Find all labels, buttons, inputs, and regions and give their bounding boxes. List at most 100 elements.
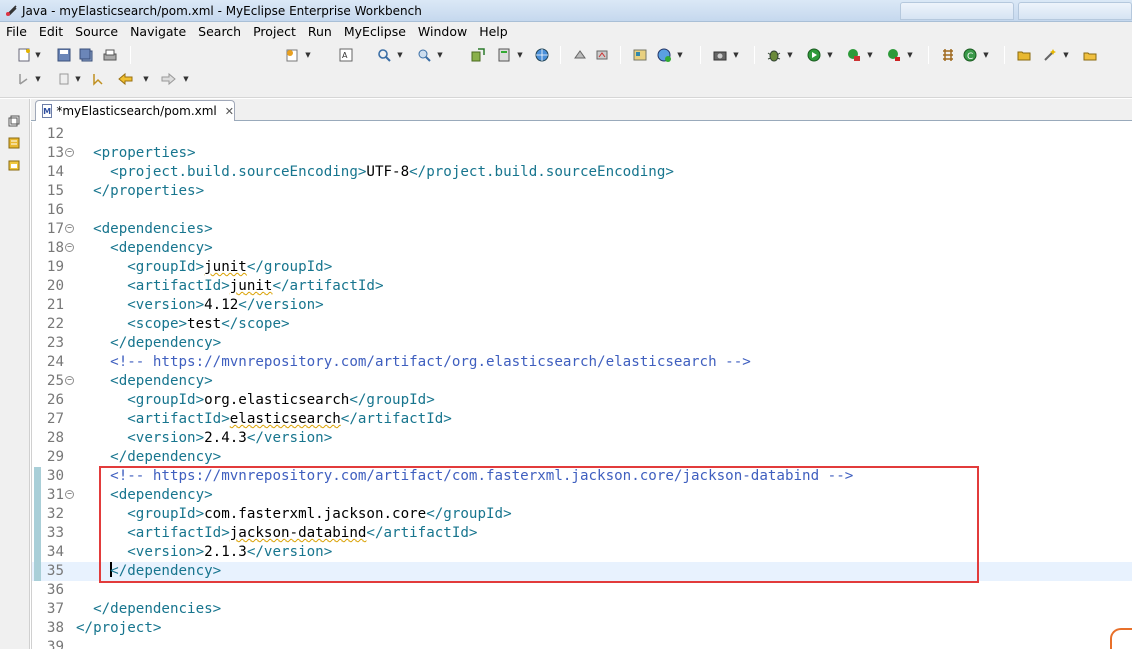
profiler-icon[interactable] [592, 46, 612, 64]
code-line[interactable]: 37 </dependencies> [32, 600, 1132, 619]
line-number: 30 [46, 468, 64, 484]
code-line[interactable]: 15 </properties> [32, 182, 1132, 201]
code-line[interactable]: 12 [32, 125, 1132, 144]
back-dropdown-icon[interactable]: ▼ [142, 70, 150, 88]
code-line[interactable]: 36 [32, 581, 1132, 600]
prev-annotation-dropdown-icon[interactable]: ▼ [74, 70, 82, 88]
forward-dropdown-icon[interactable]: ▼ [182, 70, 190, 88]
code-line[interactable]: 27 <artifactId>elasticsearch</artifactId… [32, 410, 1132, 429]
forward-icon[interactable] [158, 70, 178, 88]
editor-tab-pom[interactable]: M *myElasticsearch/pom.xml ✕ [35, 100, 235, 121]
external-tools-icon[interactable] [884, 46, 904, 64]
deploy-icon[interactable] [468, 46, 488, 64]
code-line[interactable]: 28 <version>2.4.3</version> [32, 429, 1132, 448]
save-all-icon[interactable] [76, 46, 96, 64]
code-line[interactable]: 38 </project> [32, 619, 1132, 638]
menu-run[interactable]: Run [302, 22, 338, 42]
fold-toggle-icon[interactable]: − [65, 224, 74, 233]
code-line[interactable]: 23 </dependency> [32, 334, 1132, 353]
close-icon[interactable]: ✕ [225, 105, 234, 118]
open-folder-icon[interactable] [1014, 46, 1034, 64]
menu-file[interactable]: File [0, 22, 33, 42]
code-line[interactable]: 24 <!-- https://mvnrepository.com/artifa… [32, 353, 1132, 372]
wand-icon[interactable] [1040, 46, 1060, 64]
code-line[interactable]: 39 [32, 638, 1132, 649]
menu-myeclipse[interactable]: MyEclipse [338, 22, 412, 42]
package-explorer-icon[interactable] [6, 157, 22, 173]
new-wizard-icon[interactable] [282, 46, 302, 64]
next-annotation-dropdown-icon[interactable]: ▼ [34, 70, 42, 88]
back-icon[interactable] [116, 70, 136, 88]
image-editor-icon[interactable] [630, 46, 650, 64]
code-text: <scope>test</scope> [76, 315, 289, 334]
new-icon[interactable] [14, 46, 34, 64]
debug-icon[interactable] [764, 46, 784, 64]
code-line[interactable]: 13− <properties> [32, 144, 1132, 163]
server-icon[interactable] [494, 46, 514, 64]
menu-search[interactable]: Search [192, 22, 247, 42]
wand-dropdown-icon[interactable]: ▼ [1062, 46, 1070, 64]
fold-toggle-icon[interactable]: − [65, 376, 74, 385]
new-java-project-icon[interactable] [938, 46, 958, 64]
prev-annotation-icon[interactable] [54, 70, 74, 88]
menu-window[interactable]: Window [412, 22, 473, 42]
external-tools-dropdown-icon[interactable]: ▼ [906, 46, 914, 64]
fold-toggle-icon[interactable]: − [65, 490, 74, 499]
xml-tag: </version> [246, 544, 333, 560]
code-line[interactable]: 34 <version>2.1.3</version> [32, 543, 1132, 562]
code-line[interactable]: 31− <dependency> [32, 486, 1132, 505]
search-dropdown-icon[interactable]: ▼ [396, 46, 404, 64]
code-line[interactable]: 20 <artifactId>junit</artifactId> [32, 277, 1132, 296]
hierarchy-view-icon[interactable] [6, 135, 22, 151]
code-line[interactable]: 17− <dependencies> [32, 220, 1132, 239]
code-line[interactable]: 33 <artifactId>jackson-databind</artifac… [32, 524, 1132, 543]
xml-source-editor[interactable]: 12 13− <properties> 14 <project.build.sour… [31, 122, 1132, 649]
web-globe-dropdown-icon[interactable]: ▼ [676, 46, 684, 64]
code-line[interactable]: 30 <!-- https://mvnrepository.com/artifa… [32, 467, 1132, 486]
team-sync-icon[interactable] [570, 46, 590, 64]
fold-toggle-icon[interactable]: − [65, 243, 74, 252]
new-wizard-dropdown-icon[interactable]: ▼ [304, 46, 312, 64]
search-file-icon[interactable] [414, 46, 434, 64]
coverage-dropdown-icon[interactable]: ▼ [866, 46, 874, 64]
server-dropdown-icon[interactable]: ▼ [516, 46, 524, 64]
debug-dropdown-icon[interactable]: ▼ [786, 46, 794, 64]
new-class-icon[interactable]: C [960, 46, 980, 64]
web-browser-icon[interactable] [532, 46, 552, 64]
menu-edit[interactable]: Edit [33, 22, 69, 42]
code-line[interactable]: 32 <groupId>com.fasterxml.jackson.core</… [32, 505, 1132, 524]
new-dropdown-icon[interactable]: ▼ [34, 46, 42, 64]
web-globe-icon[interactable] [654, 46, 674, 64]
code-line[interactable]: 26 <groupId>org.elasticsearch</groupId> [32, 391, 1132, 410]
code-line[interactable]: 35 </dependency> [32, 562, 1132, 581]
code-line[interactable]: 25− <dependency> [32, 372, 1132, 391]
menu-source[interactable]: Source [69, 22, 124, 42]
code-line[interactable]: 18− <dependency> [32, 239, 1132, 258]
coverage-icon[interactable] [844, 46, 864, 64]
fold-toggle-icon[interactable]: − [65, 148, 74, 157]
code-line[interactable]: 29 </dependency> [32, 448, 1132, 467]
open-type-icon[interactable]: A [336, 46, 356, 64]
code-line[interactable]: 14 <project.build.sourceEncoding>UTF-8</… [32, 163, 1132, 182]
save-icon[interactable] [54, 46, 74, 64]
menu-project[interactable]: Project [247, 22, 302, 42]
new-class-dropdown-icon[interactable]: ▼ [982, 46, 990, 64]
camera-icon[interactable] [710, 46, 730, 64]
search-icon[interactable] [374, 46, 394, 64]
xml-tag: </dependency> [76, 449, 222, 465]
code-line[interactable]: 22 <scope>test</scope> [32, 315, 1132, 334]
run-icon[interactable] [804, 46, 824, 64]
open-task-icon[interactable] [1080, 46, 1100, 64]
menu-navigate[interactable]: Navigate [124, 22, 192, 42]
menu-help[interactable]: Help [473, 22, 514, 42]
search-file-dropdown-icon[interactable]: ▼ [436, 46, 444, 64]
camera-dropdown-icon[interactable]: ▼ [732, 46, 740, 64]
code-line[interactable]: 19 <groupId>junit</groupId> [32, 258, 1132, 277]
print-icon[interactable] [100, 46, 120, 64]
restore-icon[interactable] [6, 113, 22, 129]
run-dropdown-icon[interactable]: ▼ [826, 46, 834, 64]
last-edit-icon[interactable] [88, 70, 108, 88]
next-annotation-icon[interactable] [14, 70, 34, 88]
code-line[interactable]: 21 <version>4.12</version> [32, 296, 1132, 315]
code-line[interactable]: 16 [32, 201, 1132, 220]
